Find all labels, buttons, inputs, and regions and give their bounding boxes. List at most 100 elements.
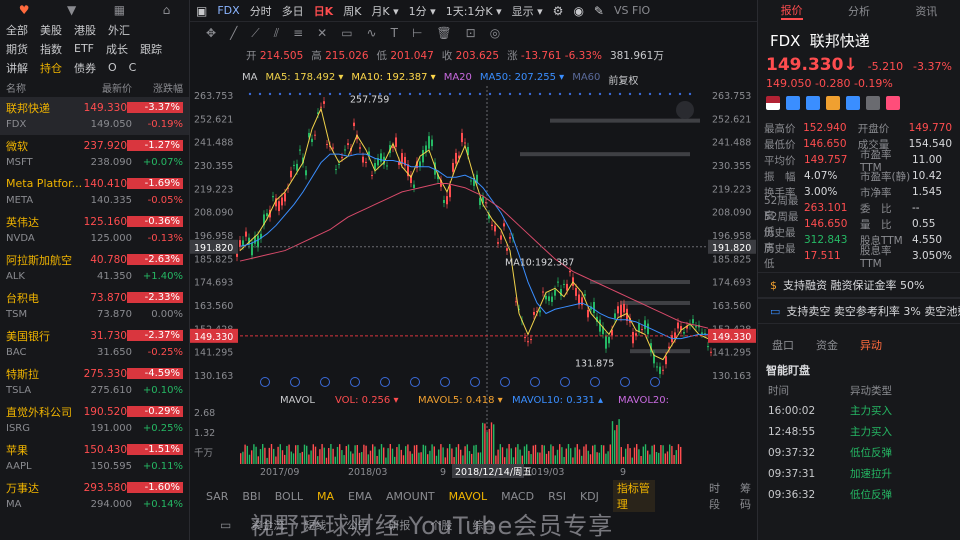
watchlist-item[interactable]: Meta Platfor... 140.410 -1.69% META 140.335 -…	[0, 173, 189, 211]
settings-icon[interactable]: ⚙	[553, 4, 564, 18]
header-name[interactable]: 名称	[6, 80, 88, 95]
period-monthly[interactable]: 月K ▾	[371, 3, 398, 19]
tab-fx[interactable]: 外汇	[108, 22, 130, 38]
period-weekly[interactable]: 周K	[343, 3, 361, 19]
edit-icon[interactable]: ✎	[594, 4, 604, 18]
tab-index[interactable]: 指数	[40, 41, 62, 57]
indicator-tab[interactable]: RSI	[548, 490, 566, 503]
header-change[interactable]: 涨跌幅	[132, 80, 183, 95]
indicator-tab[interactable]: MACD	[501, 490, 534, 503]
stock-post-change: +0.10%	[142, 385, 183, 396]
wave-icon[interactable]: ∿	[367, 26, 377, 40]
volume-bar	[264, 447, 266, 464]
watchlist-item[interactable]: 美国银行 31.730 -2.37% BAC 31.650 -0.25%	[0, 325, 189, 363]
panel-icon[interactable]: ▣	[196, 4, 207, 18]
watchlist-item[interactable]: 英伟达 125.160 -0.36% NVDA 125.000 -0.13%	[0, 211, 189, 249]
watchlist-item[interactable]: 特斯拉 275.330 -4.59% TSLA 275.610 +0.10%	[0, 363, 189, 401]
watchlist-item[interactable]: 台积电 73.870 -2.33% TSM 73.870 0.00%	[0, 287, 189, 325]
grid-icon[interactable]: ▦	[114, 3, 125, 17]
tab-quote[interactable]: 报价	[780, 2, 803, 20]
event-row[interactable]: 16:00:02 主力买入	[758, 400, 960, 421]
ray-icon[interactable]: ⟋	[251, 26, 259, 41]
watchlist-item[interactable]: 阿拉斯加航空 40.780 -2.63% ALK 41.350 +1.40%	[0, 249, 189, 287]
indicator-tab[interactable]: MAVOL	[449, 490, 487, 503]
delete-icon[interactable]: 🗑	[436, 26, 451, 40]
tab-o[interactable]: O	[108, 61, 117, 74]
tab-holdings[interactable]: 持仓	[40, 60, 62, 76]
indicator-tab[interactable]: 筹码	[740, 480, 757, 512]
compare-button[interactable]: VS FIO	[614, 4, 650, 17]
period-1day-1min[interactable]: 1天:1分K ▾	[446, 3, 502, 19]
move-icon[interactable]: ✥	[206, 26, 216, 40]
text-icon[interactable]: T	[391, 26, 398, 40]
watchlist-item[interactable]: 微软 237.920 -1.27% MSFT 238.090 +0.07%	[0, 135, 189, 173]
display-menu[interactable]: 显示 ▾	[512, 3, 543, 19]
camera-icon[interactable]: ◉	[573, 4, 583, 18]
tab-growth[interactable]: 成长	[106, 41, 128, 57]
tab-alerts[interactable]: 异动	[860, 337, 882, 353]
tab-news[interactable]: 资讯	[915, 3, 937, 19]
price-chart[interactable]: 263.753 263.753 252.621 252.621 241.488 241.4…	[190, 86, 757, 486]
fib-icon[interactable]: ≡	[293, 26, 303, 40]
period-daily[interactable]: 日K	[314, 3, 334, 19]
tab-bonds[interactable]: 债券	[74, 60, 96, 76]
watchlist-item[interactable]: 联邦快递 149.330 -3.37% FDX 149.050 -0.19%	[0, 97, 189, 135]
ruler-icon[interactable]: ⊢	[412, 26, 422, 40]
tab-funds[interactable]: 资金	[816, 337, 838, 353]
indicator-tab[interactable]: 时段	[709, 480, 726, 512]
event-row[interactable]: 12:48:55 主力买入	[758, 421, 960, 442]
shortable-icon[interactable]	[786, 96, 800, 110]
parallel-icon[interactable]: ⫽	[274, 26, 279, 41]
indicator-tab[interactable]: KDJ	[580, 490, 599, 503]
event-row[interactable]: 09:37:32 低位反弹	[758, 442, 960, 463]
symbol-label[interactable]: FDX	[217, 4, 239, 17]
us-flag-icon[interactable]	[766, 96, 780, 110]
tab-c[interactable]: C	[129, 61, 137, 74]
doc-icon[interactable]	[866, 96, 880, 110]
collapse-icon[interactable]: ▭	[220, 518, 231, 532]
ma-label[interactable]: MA	[242, 72, 257, 87]
tab-hk[interactable]: 港股	[74, 22, 96, 38]
bookmark-icon[interactable]: ⌂	[163, 3, 171, 17]
event-row[interactable]: 09:37:31 加速拉升	[758, 463, 960, 484]
line-icon[interactable]: ╱	[230, 26, 237, 40]
indicator-tab[interactable]: EMA	[348, 490, 372, 503]
tab-track[interactable]: 跟踪	[140, 41, 162, 57]
cross-icon[interactable]: ✕	[317, 26, 327, 40]
watchlist-item[interactable]: 苹果 150.430 -1.51% AAPL 150.595 +0.11%	[0, 439, 189, 477]
indicator-tab[interactable]: SAR	[206, 490, 228, 503]
indicator-tab[interactable]: BOLL	[275, 490, 303, 503]
favorite-icon[interactable]	[886, 96, 900, 110]
filter-icon[interactable]: ▼	[67, 3, 76, 17]
rect-icon[interactable]: ▭	[341, 26, 352, 40]
watchlist-item[interactable]: 万事达 293.580 -1.60% MA 294.000 +0.14%	[0, 477, 189, 515]
event-row[interactable]: 09:36:32 低位反弹	[758, 484, 960, 505]
eye-icon[interactable]: ◎	[490, 26, 500, 40]
options-icon[interactable]	[826, 96, 840, 110]
tab-futures[interactable]: 期货	[6, 41, 28, 57]
heart-icon[interactable]: ♥	[19, 3, 30, 17]
stock-ticker: TSLA	[6, 385, 32, 396]
header-price[interactable]: 最新价	[88, 80, 132, 95]
short-banner[interactable]: ▭ 支持卖空 卖空参考利率 3% 卖空池剩	[758, 298, 960, 324]
margin-icon[interactable]	[806, 96, 820, 110]
tab-us[interactable]: 美股	[40, 22, 62, 38]
adjust-label[interactable]: 前复权	[608, 72, 638, 87]
indicator-tab[interactable]: AMOUNT	[386, 490, 435, 503]
tab-explain[interactable]: 讲解	[6, 60, 28, 76]
lock-icon[interactable]: ⊡	[466, 26, 476, 40]
indicator-tab[interactable]: 指标管理	[612, 480, 655, 512]
x-tick-label: 9	[440, 467, 446, 478]
period-1min[interactable]: 1分 ▾	[409, 3, 436, 19]
chat-icon[interactable]	[846, 96, 860, 110]
period-multiday[interactable]: 多日	[282, 3, 304, 19]
period-intraday[interactable]: 分时	[250, 3, 272, 19]
watchlist-item[interactable]: 直觉外科公司 190.520 -0.29% ISRG 191.000 +0.25%	[0, 401, 189, 439]
indicator-tab[interactable]: MA	[317, 490, 334, 503]
margin-banner[interactable]: $ 支持融资 融资保证金率 50%	[758, 272, 960, 298]
tab-all[interactable]: 全部	[6, 22, 28, 38]
tab-etf[interactable]: ETF	[74, 42, 94, 55]
indicator-tab[interactable]: BBI	[242, 490, 260, 503]
tab-analysis[interactable]: 分析	[848, 3, 870, 19]
tab-orderbook[interactable]: 盘口	[772, 337, 794, 353]
